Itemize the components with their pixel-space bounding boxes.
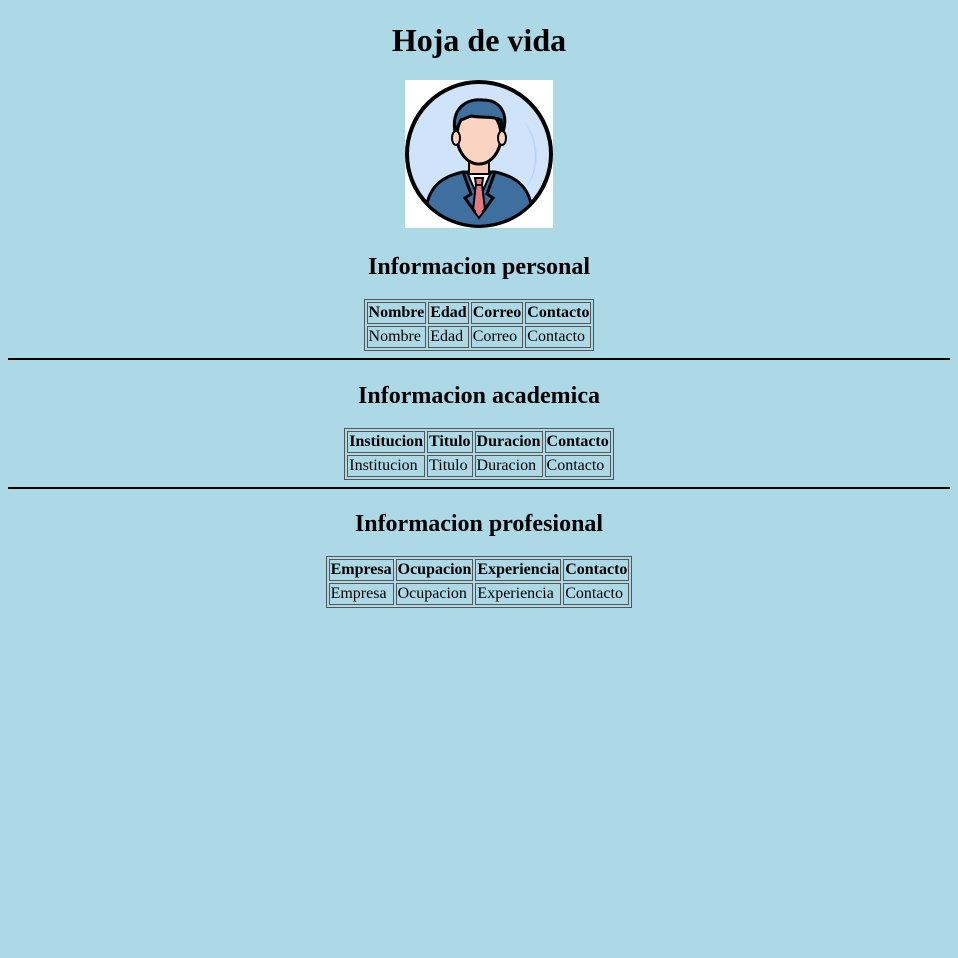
- profile-avatar: [405, 80, 553, 228]
- resume-page: Hoja de vida Informacion personal Nombre…: [0, 0, 958, 958]
- table-cell: Experiencia: [475, 583, 562, 605]
- table-row: Institucion Titulo Duracion Contacto: [347, 455, 611, 477]
- header-cell: Empresa: [328, 559, 394, 581]
- header-cell: Contacto: [525, 302, 592, 324]
- table-row: Nombre Edad Correo Contacto: [366, 326, 592, 348]
- table-row: Empresa Ocupacion Experiencia Contacto: [328, 583, 630, 605]
- header-cell: Nombre: [366, 302, 427, 324]
- header-cell: Duracion: [474, 431, 543, 453]
- table-cell: Correo: [470, 326, 524, 348]
- table-cell: Empresa: [328, 583, 394, 605]
- table-personal-wrapper: Nombre Edad Correo Contacto Nombre Edad …: [0, 299, 958, 351]
- table-cell: Edad: [428, 326, 469, 348]
- table-header-row: Nombre Edad Correo Contacto: [366, 302, 592, 324]
- section-divider: [8, 358, 950, 360]
- table-cell: Contacto: [544, 455, 611, 477]
- table-cell: Nombre: [366, 326, 427, 348]
- header-cell: Experiencia: [475, 559, 562, 581]
- table-personal: Nombre Edad Correo Contacto Nombre Edad …: [363, 299, 595, 351]
- table-cell: Ocupacion: [395, 583, 474, 605]
- table-header-row: Institucion Titulo Duracion Contacto: [347, 431, 611, 453]
- table-cell: Institucion: [347, 455, 426, 477]
- section-heading-professional: Informacion profesional: [354, 511, 604, 537]
- table-cell: Duracion: [474, 455, 543, 477]
- header-cell: Ocupacion: [395, 559, 474, 581]
- table-cell: Titulo: [427, 455, 473, 477]
- header-cell: Edad: [428, 302, 469, 324]
- header-cell: Contacto: [544, 431, 611, 453]
- table-academic: Institucion Titulo Duracion Contacto Ins…: [344, 428, 614, 480]
- section-heading-academic: Informacion academica: [358, 383, 600, 409]
- page-title: Hoja de vida: [391, 22, 567, 58]
- section-heading-personal: Informacion personal: [368, 254, 590, 280]
- table-academic-wrapper: Institucion Titulo Duracion Contacto Ins…: [0, 428, 958, 480]
- table-professional: Empresa Ocupacion Experiencia Contacto E…: [325, 556, 633, 608]
- table-professional-wrapper: Empresa Ocupacion Experiencia Contacto E…: [0, 556, 958, 608]
- table-header-row: Empresa Ocupacion Experiencia Contacto: [328, 559, 630, 581]
- header-cell: Titulo: [427, 431, 473, 453]
- header-cell: Institucion: [347, 431, 426, 453]
- businessman-avatar-icon: [405, 80, 553, 228]
- section-divider: [8, 487, 950, 489]
- table-cell: Contacto: [563, 583, 630, 605]
- table-cell: Contacto: [525, 326, 592, 348]
- header-cell: Correo: [470, 302, 524, 324]
- header-cell: Contacto: [563, 559, 630, 581]
